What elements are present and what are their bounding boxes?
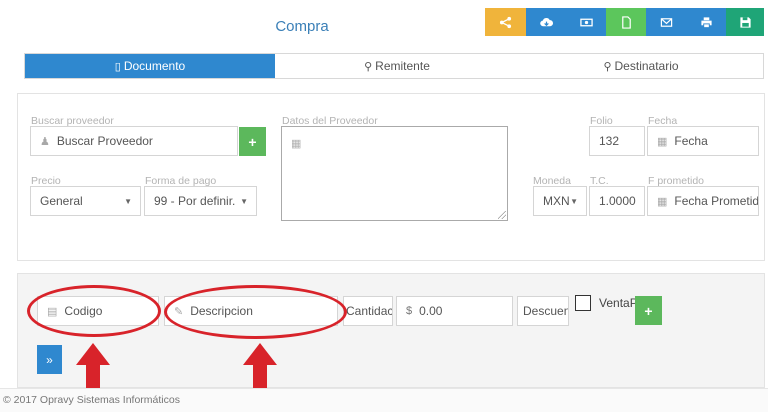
envelope-icon <box>660 17 672 27</box>
cantidad-input[interactable]: Cantidac <box>343 296 393 326</box>
file-icon <box>621 15 631 29</box>
tab-documento[interactable]: ▯ Documento <box>25 54 275 78</box>
email-button[interactable] <box>646 8 686 36</box>
datos-proveedor-textarea[interactable]: ▦ <box>281 126 508 221</box>
add-line-button[interactable]: + <box>635 296 662 325</box>
page-title: Compra <box>275 18 329 35</box>
resize-handle[interactable] <box>498 211 506 219</box>
descripcion-input[interactable]: ✎ Descripcion <box>164 296 338 326</box>
chevron-down-icon: ▼ <box>124 196 132 206</box>
buscar-proveedor-input[interactable]: ♟ Buscar Proveedor <box>30 126 238 156</box>
descuento-input[interactable]: Descuen <box>517 296 569 326</box>
chevron-down-icon: ▼ <box>570 196 578 206</box>
precio-input[interactable]: $ 0.00 <box>396 296 513 326</box>
new-document-button[interactable] <box>606 8 646 36</box>
precio-select[interactable]: General ▼ <box>30 186 141 216</box>
save-icon <box>739 16 751 28</box>
file-icon: ▯ <box>114 60 121 73</box>
user-icon: ♟ <box>40 135 50 148</box>
print-button[interactable] <box>686 8 726 36</box>
forma-pago-select[interactable]: 99 - Por definir. ▼ <box>144 186 257 216</box>
moneda-select[interactable]: MXN ▼ <box>533 186 587 216</box>
cloud-download-icon <box>539 17 553 26</box>
f-prometido-input[interactable]: ▦ Fecha Prometido <box>647 186 759 216</box>
footer: © 2017 Opravy Sistemas Informáticos <box>0 388 768 412</box>
share-button[interactable] <box>485 8 526 36</box>
toolbar <box>485 8 764 36</box>
folio-input[interactable]: 132 <box>589 126 645 156</box>
money-button[interactable] <box>566 8 606 36</box>
tab-bar: ▯ Documento ⚲ Remitente ⚲ Destinatario <box>24 53 764 79</box>
venta-checkbox[interactable] <box>575 295 591 311</box>
tab-remitente[interactable]: ⚲ Remitente <box>275 54 519 78</box>
fecha-input[interactable]: ▦ Fecha <box>647 126 759 156</box>
codigo-input[interactable]: ▤ Codigo <box>37 296 159 326</box>
cloud-download-button[interactable] <box>526 8 566 36</box>
chevron-down-icon: ▼ <box>240 196 248 206</box>
pencil-icon: ✎ <box>174 305 184 318</box>
user-icon: ⚲ <box>364 60 373 73</box>
line-entry-panel <box>17 273 765 388</box>
save-button[interactable] <box>726 8 764 36</box>
calendar-icon: ▦ <box>657 135 668 148</box>
user-icon: ⚲ <box>603 60 612 73</box>
add-proveedor-button[interactable]: + <box>239 127 266 156</box>
print-icon <box>700 16 712 28</box>
tc-input[interactable]: 1.0000 <box>589 186 645 216</box>
dollar-icon: $ <box>406 305 413 317</box>
money-icon <box>579 18 593 26</box>
barcode-icon: ▤ <box>47 305 58 318</box>
calendar-icon: ▦ <box>657 195 668 208</box>
building-icon: ▦ <box>291 138 302 150</box>
tab-destinatario[interactable]: ⚲ Destinatario <box>519 54 763 78</box>
share-nodes-icon <box>499 16 512 28</box>
next-button[interactable]: » <box>37 345 62 374</box>
